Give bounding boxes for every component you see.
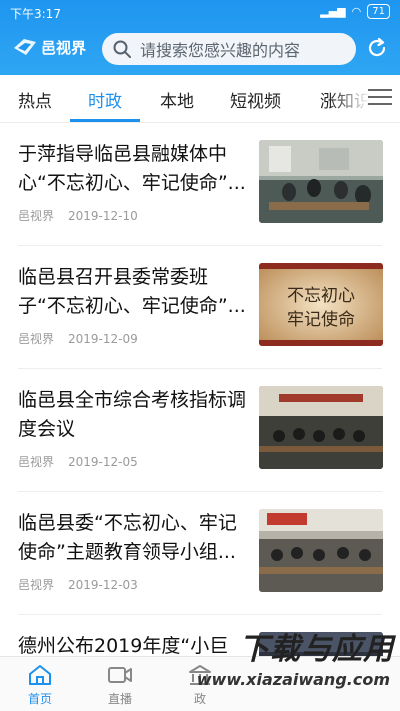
article-meta: 邑视界 2019-12-10 <box>18 207 138 224</box>
nav-live[interactable]: 直播 <box>90 663 150 707</box>
article-date: 2019-12-09 <box>68 332 138 346</box>
video-icon <box>108 667 132 683</box>
article-meta: 邑视界 2019-12-05 <box>18 453 138 470</box>
watermark-url: www.xiazaiwang.com <box>196 670 390 689</box>
search-icon <box>113 40 131 58</box>
article-date: 2019-12-05 <box>68 455 138 469</box>
tab-fade <box>330 75 370 122</box>
article-title: 临邑县委“不忘初心、牢记使命”主题教育领导小组... <box>18 512 237 563</box>
refresh-button[interactable] <box>366 37 388 63</box>
article-meta: 邑视界 2019-12-09 <box>18 330 138 347</box>
article-date: 2019-12-10 <box>68 209 138 223</box>
app-logo[interactable]: 邑视界 <box>12 36 86 58</box>
tab-menu-button[interactable] <box>368 89 392 110</box>
article-thumbnail <box>259 386 383 469</box>
wifi-icon: ◠ <box>351 5 362 18</box>
battery-icon: 71 <box>367 4 390 19</box>
watermark-title: 下载与应用 <box>239 632 394 667</box>
article-thumbnail: 不忘初心 牢记使命 <box>259 263 383 346</box>
article-source: 邑视界 <box>18 455 55 469</box>
article-thumbnail <box>259 509 383 592</box>
thumbnail-text-2: 牢记使命 <box>287 309 355 330</box>
active-tab-indicator <box>70 119 140 122</box>
refresh-icon <box>368 37 386 57</box>
status-bar: 下午3:17 ▂▄▆ ◠ 71 <box>0 0 400 26</box>
article-source: 邑视界 <box>18 578 55 592</box>
thumbnail-text-1: 不忘初心 <box>287 286 355 306</box>
article-source: 邑视界 <box>18 209 55 223</box>
status-icons: ▂▄▆ ◠ 71 <box>320 4 390 19</box>
home-icon <box>29 665 51 685</box>
article-source: 邑视界 <box>18 332 55 346</box>
article-title: 临邑县召开县委常委班子“不忘初心、牢记使命”... <box>18 266 246 317</box>
list-item[interactable]: 临邑县召开县委常委班子“不忘初心、牢记使命”... 邑视界 2019-12-09 … <box>0 246 400 369</box>
search-input[interactable]: 请搜索您感兴趣的内容 <box>102 33 356 65</box>
tab-politics[interactable]: 时政 <box>88 87 122 112</box>
article-date: 2019-12-03 <box>68 578 138 592</box>
logo-icon <box>14 39 36 55</box>
app-name: 邑视界 <box>41 38 87 57</box>
nav-home[interactable]: 首页 <box>10 663 70 707</box>
tab-local[interactable]: 本地 <box>160 87 194 112</box>
status-time: 下午3:17 <box>10 7 61 21</box>
article-thumbnail <box>259 140 383 223</box>
nav-live-label: 直播 <box>107 692 132 706</box>
list-item[interactable]: 于萍指导临邑县融媒体中心“不忘初心、牢记使命”... 邑视界 2019-12-10 <box>0 123 400 246</box>
tab-hot[interactable]: 热点 <box>18 87 52 112</box>
tab-short-video[interactable]: 短视频 <box>230 87 281 112</box>
app-header: 下午3:17 ▂▄▆ ◠ 71 邑视界 请搜索您感兴趣的内容 <box>0 0 400 75</box>
nav-home-label: 首页 <box>27 692 52 706</box>
list-item[interactable]: 临邑县全市综合考核指标调度会议 邑视界 2019-12-05 <box>0 369 400 492</box>
article-meta: 邑视界 2019-12-03 <box>18 576 138 593</box>
search-placeholder: 请搜索您感兴趣的内容 <box>140 41 301 60</box>
article-title: 临邑县全市综合考核指标调度会议 <box>18 389 247 440</box>
article-title: 于萍指导临邑县融媒体中心“不忘初心、牢记使命”... <box>18 143 246 194</box>
signal-icon: ▂▄▆ <box>320 5 346 18</box>
list-item[interactable]: 临邑县委“不忘初心、牢记使命”主题教育领导小组... 邑视界 2019-12-03 <box>0 492 400 615</box>
app-bar: 邑视界 请搜索您感兴趣的内容 <box>0 26 400 75</box>
category-tabs: 热点 时政 本地 短视频 涨知识 <box>0 75 400 123</box>
watermark: 下载与应用 www.xiazaiwang.com <box>194 624 394 708</box>
